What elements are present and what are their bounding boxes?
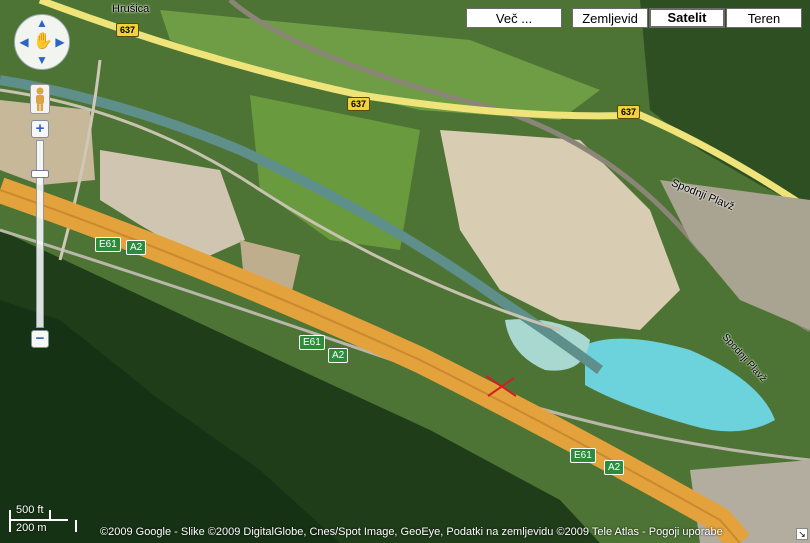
pan-right-icon[interactable]: ▶ [53, 36, 67, 50]
hand-icon[interactable]: ✋ [33, 32, 53, 52]
place-label-hrusica: Hrušica [112, 3, 150, 15]
zoom-out-button[interactable]: − [31, 330, 49, 348]
zoom-slider-thumb[interactable] [31, 170, 49, 178]
resize-corner-icon[interactable]: ↘ [796, 528, 808, 540]
zoom-slider-track[interactable] [36, 140, 44, 328]
street-view-pegman[interactable] [30, 84, 50, 114]
pan-control: ▲ ▼ ◀ ▶ ✋ [14, 14, 70, 70]
road-shield-637: 637 [116, 23, 140, 37]
road-shield-637: 637 [347, 97, 371, 111]
map-type-satellite-button[interactable]: Satelit [649, 8, 725, 28]
pan-down-icon[interactable]: ▼ [35, 54, 49, 68]
map-type-map-button[interactable]: Zemljevid [572, 8, 648, 28]
road-shield-e61: E61 [570, 448, 596, 463]
more-button[interactable]: Več ... [466, 8, 562, 28]
pan-up-icon[interactable]: ▲ [35, 17, 49, 31]
road-shield-a2: A2 [126, 240, 147, 255]
road-shield-637: 637 [617, 105, 641, 119]
road-shield-e61: E61 [95, 237, 121, 252]
map-type-terrain-button[interactable]: Teren [726, 8, 802, 28]
road-shield-a2: A2 [328, 348, 349, 363]
pegman-icon [36, 87, 44, 111]
satellite-imagery[interactable] [0, 0, 810, 543]
copyright-text: ©2009 Google - Slike ©2009 DigitalGlobe,… [100, 526, 723, 538]
scale-bar: 500 ft 200 m [8, 504, 80, 536]
scale-metric: 200 m [16, 522, 47, 534]
road-shield-a2: A2 [604, 460, 625, 475]
pan-left-icon[interactable]: ◀ [17, 36, 31, 50]
scale-imperial: 500 ft [16, 504, 44, 516]
zoom-in-button[interactable]: + [31, 120, 49, 138]
road-shield-e61: E61 [299, 335, 325, 350]
